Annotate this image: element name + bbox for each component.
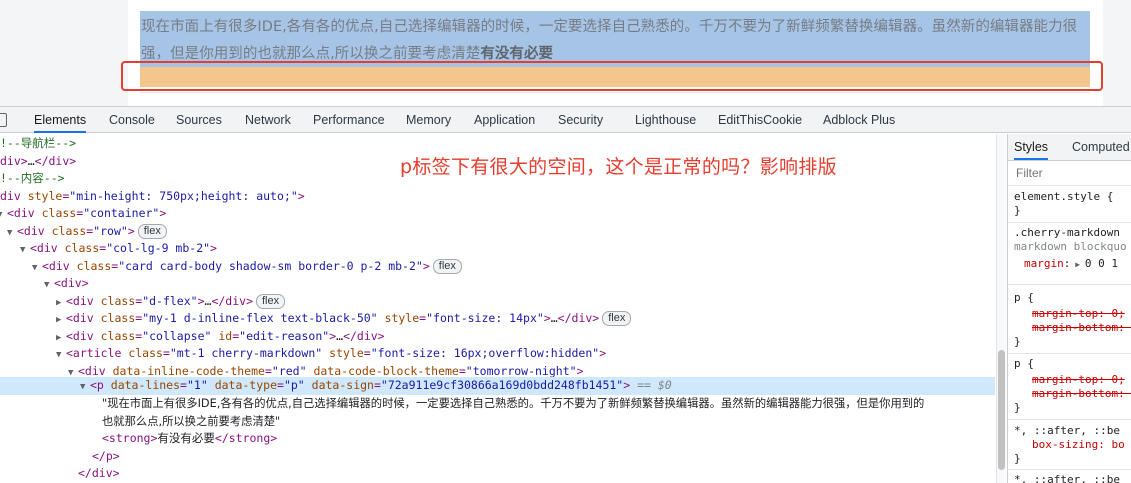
styles-filter <box>1008 161 1131 186</box>
dom-node-inner-div[interactable]: ▼ <div> <box>0 275 995 293</box>
inspect-element-icon[interactable] <box>0 113 7 127</box>
elements-panel: !--导航栏--> div>…</div> !--内容--> div style… <box>0 134 1006 483</box>
style-rule-brace: } <box>1014 335 1021 348</box>
tab-editthiscookie[interactable]: EditThisCookie <box>718 107 802 133</box>
dom-node-collapse[interactable]: ▶ <div class="collapse" id="edit-reason">… <box>0 328 995 346</box>
style-rule-divider <box>1008 469 1131 470</box>
card-divider <box>140 92 1090 93</box>
scrollbar-thumb[interactable] <box>998 350 1005 470</box>
dom-node-col[interactable]: ▼ <div class="col-lg-9 mb-2"> <box>0 240 995 258</box>
dom-text-node-line1[interactable]: "现在市面上有很多IDE,各有各的优点,自己选择编辑器的时候，一定要选择自己熟悉… <box>102 395 992 413</box>
style-rule-cherry-selector[interactable]: .cherry-markdown <box>1014 226 1131 240</box>
flex-badge[interactable]: flex <box>602 311 632 326</box>
dom-node-comment-nav[interactable]: !--导航栏--> <box>0 135 995 153</box>
style-rule-divider <box>1008 353 1131 354</box>
style-rule-brace: } <box>1014 401 1021 414</box>
dom-node-d-flex[interactable]: ▶ <div class="d-flex">…</div> flex <box>0 293 995 311</box>
devtools-tab-bar: Elements Console Sources Network Perform… <box>0 106 1131 133</box>
dom-node-p-close[interactable]: </p> <box>0 448 995 466</box>
style-rule-universal-selector-2[interactable]: *, ::after, ::be <box>1014 473 1131 483</box>
dom-node-container[interactable]: ▼<div class="container"> <box>0 205 995 223</box>
dom-node-wrapper-div[interactable]: div style="min-height: 750px;height: aut… <box>0 188 995 206</box>
dom-node-row[interactable]: ▼ <div class="row"> flex <box>0 223 995 241</box>
tab-adblock-plus[interactable]: Adblock Plus <box>823 107 895 133</box>
tab-application[interactable]: Application <box>474 107 535 133</box>
tab-console[interactable]: Console <box>109 107 155 133</box>
tab-styles[interactable]: Styles <box>1014 134 1049 160</box>
annotation-red-box <box>121 61 1103 91</box>
style-rule-divider <box>1008 419 1131 420</box>
style-prop-margin-bottom-overridden[interactable]: margin-bottom: 0; <box>1032 321 1131 335</box>
style-prop-margin-bottom-overridden-2[interactable]: margin-bottom: 0; <box>1032 387 1131 401</box>
style-rule-cherry-selector2: markdown blockquo <box>1014 240 1127 253</box>
dom-node-p-selected[interactable]: ▼ <p data-lines="1" data-type="p" data-si… <box>0 377 995 395</box>
dom-text-node-line2[interactable]: 也就那么点,所以换之前要考虑清楚" <box>102 413 992 431</box>
selected-node-marker: == $0 <box>637 378 672 392</box>
tab-performance[interactable]: Performance <box>313 107 385 133</box>
style-rule-brace: } <box>1014 204 1021 217</box>
article-paragraph: 现在市面上有很多IDE,各有各的优点,自己选择编辑器的时候，一定要选择自己熟悉的… <box>141 14 1091 68</box>
styles-filter-input[interactable] <box>1016 164 1126 181</box>
flex-badge[interactable]: flex <box>256 293 286 309</box>
dom-node-article[interactable]: ▼ <article class="mt-1 cherry-markdown" s… <box>0 345 995 363</box>
style-prop-box-sizing[interactable]: box-sizing: bo <box>1032 438 1131 452</box>
tab-lighthouse[interactable]: Lighthouse <box>635 107 696 133</box>
style-prop-margin-top-overridden-2[interactable]: margin-top: 0; <box>1032 373 1131 387</box>
style-rule-brace: } <box>1014 452 1021 465</box>
flex-badge[interactable]: flex <box>432 258 462 274</box>
style-rule-p-selector[interactable]: p { <box>1014 291 1131 305</box>
style-prop-margin-top-overridden[interactable]: margin-top: 0; <box>1032 307 1131 321</box>
dom-node-card[interactable]: ▼ <div class="card card-body shadow-sm bo… <box>0 258 995 276</box>
dom-node-my1[interactable]: ▶ <div class="my-1 d-inline-flex text-bla… <box>0 310 995 328</box>
tab-security[interactable]: Security <box>558 107 603 133</box>
style-prop-margin[interactable]: margin: ▶ 0 0 1 <box>1024 257 1131 271</box>
dom-node-div-close[interactable]: </div> <box>0 465 995 483</box>
style-rule-divider <box>1008 222 1131 223</box>
tab-sources[interactable]: Sources <box>176 107 222 133</box>
style-rule-universal-selector[interactable]: *, ::after, ::be <box>1014 424 1131 438</box>
expand-triangle-icon[interactable]: ▶ <box>1070 260 1084 269</box>
style-rule-p-selector-2[interactable]: p { <box>1014 357 1131 371</box>
tab-computed[interactable]: Computed <box>1072 134 1130 160</box>
page-preview: 现在市面上有很多IDE,各有各的优点,自己选择编辑器的时候，一定要选择自己熟悉的… <box>0 0 1131 106</box>
expand-triangle-icon[interactable]: ▼ <box>80 379 90 397</box>
tab-network[interactable]: Network <box>245 107 291 133</box>
style-rule-element-style[interactable]: element.style { <box>1014 190 1131 204</box>
styles-panel: Styles Computed element.style { } .cherr… <box>1007 134 1131 483</box>
dom-node-strong[interactable]: <strong>有没有必要</strong> <box>0 430 995 448</box>
tab-elements[interactable]: Elements <box>34 107 87 133</box>
paragraph-strong: 有没有必要 <box>480 46 554 62</box>
paragraph-text: 现在市面上有很多IDE,各有各的优点,自己选择编辑器的时候，一定要选择自己熟悉的… <box>141 19 1078 62</box>
annotation-question: p标签下有很大的空间，这个是正常的吗？影响排版 <box>400 156 837 178</box>
tab-memory[interactable]: Memory <box>406 107 451 133</box>
styles-tab-bar: Styles Computed <box>1008 134 1131 161</box>
elements-scrollbar[interactable] <box>996 134 1006 483</box>
style-rule-divider <box>1008 284 1131 285</box>
flex-badge[interactable]: flex <box>137 223 167 239</box>
